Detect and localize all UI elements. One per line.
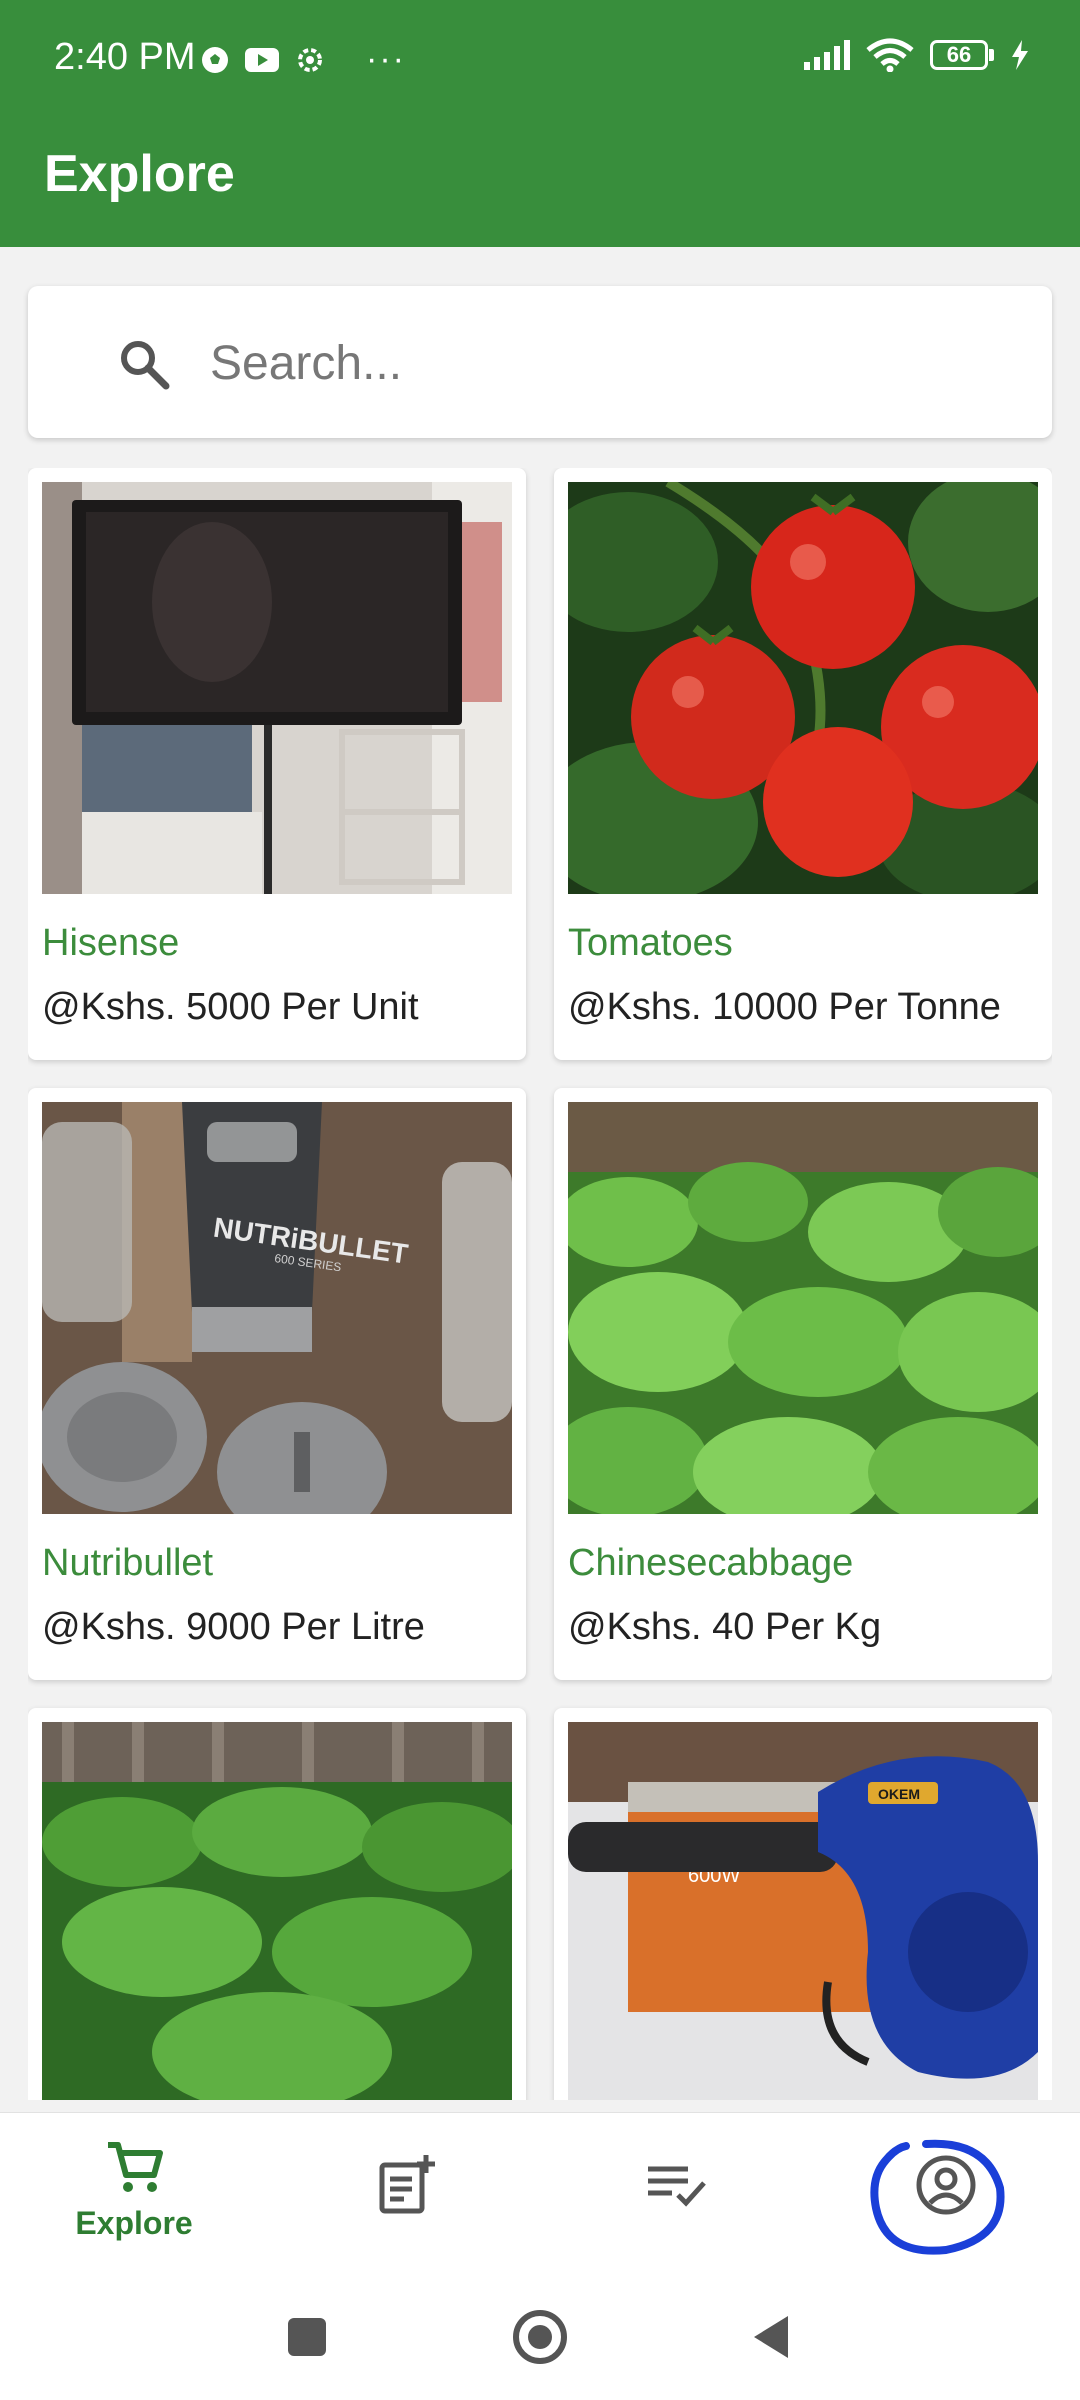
page-title: Explore <box>44 145 235 203</box>
wifi-icon <box>866 38 914 72</box>
annotation-circle <box>870 2139 1005 2255</box>
recents-square-icon[interactable] <box>282 2312 332 2362</box>
product-image-tv <box>42 482 512 894</box>
product-image-blender: NUTRiBULLET 600 SERIES <box>42 1102 512 1514</box>
product-name: Hisense <box>42 922 180 964</box>
product-image-cabbage <box>568 1102 1038 1514</box>
checklist-icon <box>648 2166 706 2207</box>
blower-brand-text: OKEM <box>878 1786 920 1802</box>
status-time: 2:40 PM <box>54 36 196 78</box>
product-price: @Kshs. 5000 Per Unit <box>42 986 419 1028</box>
battery-indicator: 66 <box>930 40 994 70</box>
nav-orders[interactable] <box>606 2153 746 2273</box>
product-grid[interactable]: Hisense @Kshs. 5000 Per Unit Tomatoes @K… <box>28 468 1052 2100</box>
product-card[interactable]: Hisense @Kshs. 5000 Per Unit <box>28 468 526 1060</box>
settings-gear-icon <box>298 47 322 72</box>
app-bar: Explore <box>0 120 1080 247</box>
product-price: @Kshs. 40 Per Kg <box>568 1606 882 1648</box>
signal-icon <box>804 40 850 70</box>
shopping-cart-icon <box>108 2142 163 2192</box>
nav-post-ad[interactable] <box>336 2153 476 2273</box>
back-triangle-icon[interactable] <box>748 2312 798 2362</box>
product-card[interactable]: Chinesecabbage @Kshs. 40 Per Kg <box>554 1088 1052 1680</box>
product-card[interactable] <box>28 1708 526 2100</box>
product-card[interactable]: Tomatoes @Kshs. 10000 Per Tonne <box>554 468 1052 1060</box>
search-icon <box>121 341 170 390</box>
overflow-dots: ··· <box>366 40 406 78</box>
nav-explore[interactable]: Explore <box>64 2135 204 2255</box>
product-name: Tomatoes <box>568 922 733 964</box>
system-navigation-bar <box>0 2272 1080 2400</box>
home-circle-icon[interactable] <box>512 2309 568 2365</box>
product-card[interactable]: NUTRiBULLET 600 SERIES Nutribullet @Kshs… <box>28 1088 526 1680</box>
search-input[interactable] <box>208 324 1012 402</box>
product-image-tomatoes <box>568 482 1038 894</box>
search-bar[interactable] <box>28 286 1052 438</box>
product-name: Chinesecabbage <box>568 1542 854 1584</box>
status-bar: 2:40 PM ··· 66 <box>0 0 1080 120</box>
youtube-icon <box>245 47 279 72</box>
nav-explore-label: Explore <box>75 2205 193 2241</box>
battery-level: 66 <box>946 42 972 67</box>
charging-bolt-icon <box>1012 40 1028 70</box>
add-document-icon <box>379 2155 435 2214</box>
product-price: @Kshs. 9000 Per Litre <box>42 1606 425 1648</box>
product-price: @Kshs. 10000 Per Tonne <box>568 986 1001 1028</box>
product-image-greens <box>42 1722 512 2100</box>
football-icon <box>202 46 228 73</box>
product-image-blower: 600W OKEM <box>568 1722 1038 2100</box>
product-card[interactable]: 600W OKEM <box>554 1708 1052 2100</box>
product-name: Nutribullet <box>42 1542 214 1584</box>
